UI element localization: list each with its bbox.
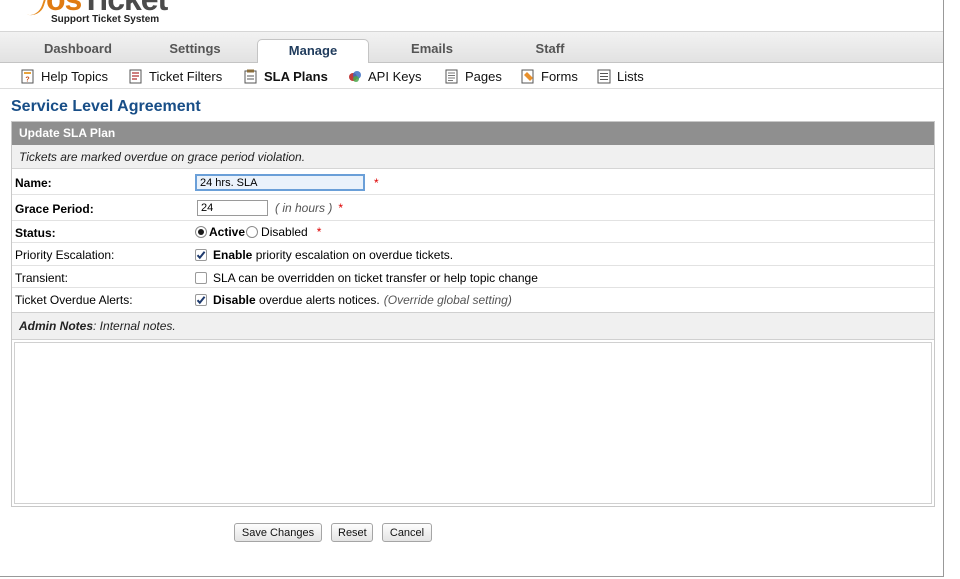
subnav-label: Help Topics	[41, 68, 108, 84]
sub-nav: ? Help Topics Ticket Filters SLA Plans A…	[0, 63, 943, 89]
row-transient: Transient: SLA can be overridden on tick…	[12, 266, 934, 288]
tab-staff[interactable]: Staff	[533, 41, 567, 56]
admin-notes-header: Admin Notes: Internal notes.	[12, 312, 934, 340]
subnav-sla-plans[interactable]: SLA Plans	[244, 68, 328, 84]
row-priority-escalation: Priority Escalation: Enable priority esc…	[12, 243, 934, 266]
row-name: Name: *	[12, 169, 934, 195]
row-grace-period: Grace Period: ( in hours ) *	[12, 195, 934, 221]
tab-settings[interactable]: Settings	[166, 41, 224, 56]
overdue-alerts-label: Ticket Overdue Alerts:	[15, 293, 133, 307]
required-mark: *	[374, 175, 379, 190]
reset-button[interactable]: Reset	[331, 523, 373, 542]
form-subheader: Tickets are marked overdue on grace peri…	[12, 145, 934, 169]
subnav-ticket-filters[interactable]: Ticket Filters	[129, 68, 222, 84]
subnav-pages[interactable]: Pages	[445, 68, 502, 84]
admin-notes-textarea[interactable]	[14, 342, 932, 504]
name-label: Name:	[15, 176, 52, 190]
sla-plans-icon	[244, 69, 257, 83]
forms-icon	[521, 69, 534, 83]
subnav-label: Forms	[541, 68, 578, 84]
subnav-label: Ticket Filters	[149, 68, 223, 84]
subnav-label: SLA Plans	[264, 68, 328, 84]
overdue-alerts-hint: (Override global setting)	[383, 293, 512, 307]
transient-label: Transient:	[15, 271, 68, 285]
subnav-help-topics[interactable]: ? Help Topics	[21, 68, 108, 84]
row-overdue-alerts: Ticket Overdue Alerts: Disable overdue a…	[12, 288, 934, 312]
subnav-lists[interactable]: Lists	[597, 68, 644, 84]
row-status: Status: Active Disabled *	[12, 221, 934, 243]
ticket-filters-icon	[129, 69, 142, 83]
priority-escalation-text: priority escalation on overdue tickets.	[255, 248, 454, 262]
help-topics-icon: ?	[21, 69, 34, 83]
svg-text:?: ?	[25, 76, 29, 83]
status-disabled-label[interactable]: Disabled	[261, 225, 308, 239]
overdue-alerts-checkbox[interactable]	[195, 294, 207, 306]
required-mark: *	[316, 225, 322, 239]
status-active-label[interactable]: Active	[209, 225, 245, 239]
subnav-api-keys[interactable]: API Keys	[348, 68, 421, 84]
transient-text: SLA can be overridden on ticket transfer…	[213, 271, 538, 285]
sla-form: Update SLA Plan Tickets are marked overd…	[11, 121, 935, 507]
subnav-forms[interactable]: Forms	[521, 68, 578, 84]
required-mark: *	[338, 201, 344, 215]
api-keys-icon	[349, 70, 361, 82]
logo-area: osTicket Support Ticket System	[0, 0, 943, 31]
status-label: Status:	[15, 226, 56, 240]
overdue-alerts-bold: Disable	[213, 293, 256, 307]
admin-notes-hint: : Internal notes.	[93, 319, 176, 333]
tab-emails[interactable]: Emails	[407, 41, 457, 56]
form-header: Update SLA Plan	[12, 122, 934, 145]
checkmark-icon	[196, 296, 206, 305]
status-active-radio[interactable]	[195, 226, 207, 238]
status-disabled-radio[interactable]	[246, 226, 259, 238]
priority-escalation-label: Priority Escalation:	[15, 248, 115, 262]
app-window: osTicket Support Ticket System Dashboard…	[0, 0, 944, 577]
transient-checkbox[interactable]	[195, 272, 207, 284]
logo-subtitle: Support Ticket System	[51, 14, 160, 25]
subnav-label: Lists	[617, 68, 644, 84]
priority-escalation-checkbox[interactable]	[195, 249, 207, 261]
grace-period-input[interactable]	[197, 200, 268, 216]
admin-notes-label: Admin Notes	[19, 319, 94, 333]
save-changes-button[interactable]: Save Changes	[234, 523, 322, 542]
subnav-label: Pages	[465, 68, 502, 84]
grace-period-label: Grace Period:	[15, 202, 94, 216]
page-title: Service Level Agreement	[11, 98, 201, 115]
grace-period-hint: ( in hours )	[275, 201, 333, 215]
name-input[interactable]	[195, 174, 365, 191]
logo-swoosh-icon	[18, 0, 48, 19]
priority-escalation-bold: Enable	[213, 248, 253, 262]
overdue-alerts-text: overdue alerts notices.	[259, 293, 380, 307]
pages-icon	[445, 69, 458, 83]
tab-manage[interactable]: Manage	[257, 39, 369, 64]
cancel-button[interactable]: Cancel	[382, 523, 432, 542]
main-nav: Dashboard Settings Manage Emails Staff	[0, 31, 943, 64]
lists-icon	[597, 69, 611, 83]
checkmark-icon	[196, 251, 206, 260]
subnav-label: API Keys	[368, 68, 422, 84]
tab-dashboard[interactable]: Dashboard	[44, 41, 112, 56]
